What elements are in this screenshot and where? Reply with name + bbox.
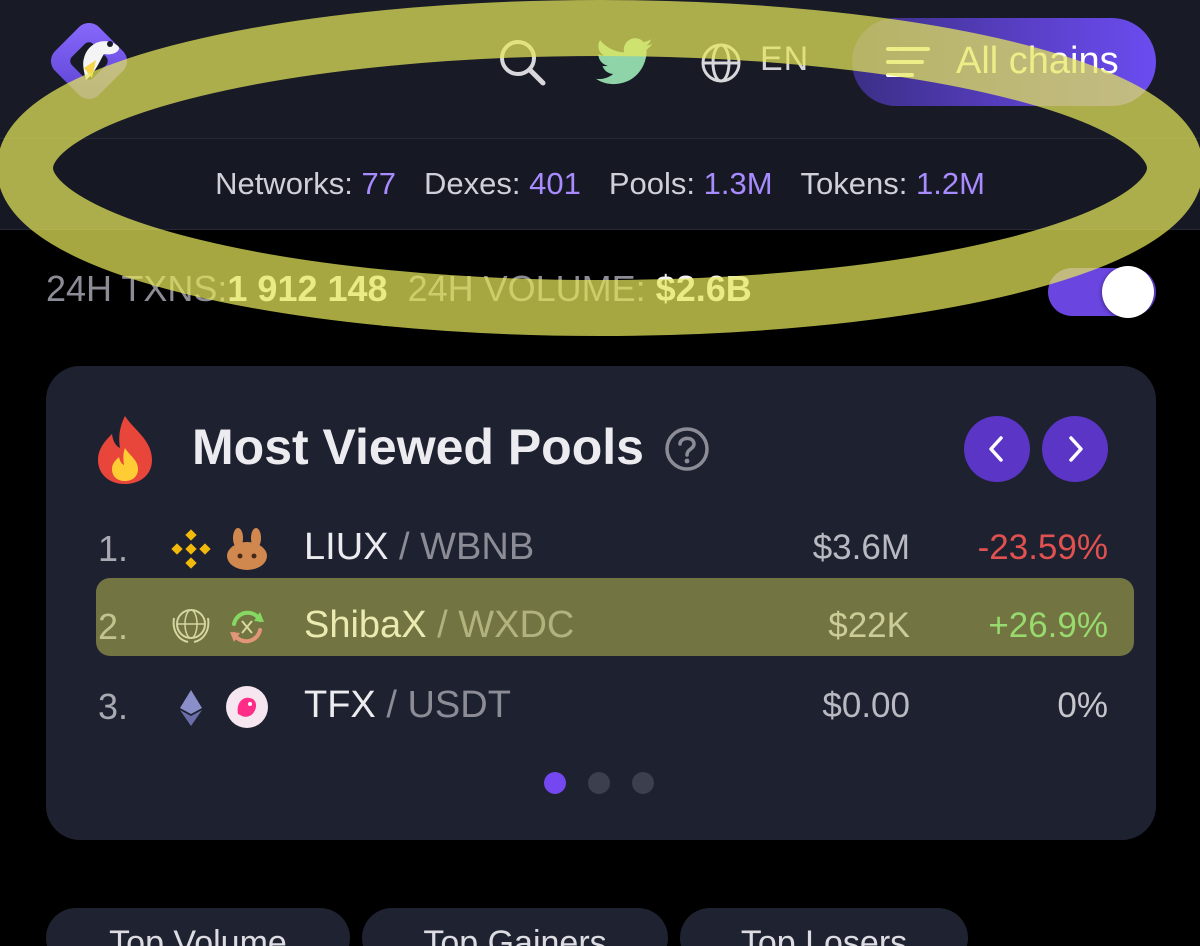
market-summary: 24H TXNS:1 912 148 24H VOLUME: $2.6B xyxy=(46,268,752,310)
page-dot-active[interactable] xyxy=(544,772,566,794)
pool-rank: 1. xyxy=(98,528,129,569)
volume-value: $2.6B xyxy=(655,268,752,309)
page-dot[interactable] xyxy=(588,772,610,794)
global-stats-bar: Networks: 77 Dexes: 401 Pools: 1.3M Toke… xyxy=(0,138,1200,230)
pool-pair: LIUX / WBNB xyxy=(304,526,535,568)
pool-volume: $3.6M xyxy=(812,528,910,567)
xinfin-icon xyxy=(172,609,210,643)
chevron-right-icon xyxy=(1069,436,1083,462)
page-dot[interactable] xyxy=(632,772,654,794)
prev-button[interactable] xyxy=(964,416,1030,482)
all-chains-label: All chains xyxy=(956,40,1119,82)
stat-pools: Pools: 1.3M xyxy=(608,166,773,201)
menu-icon xyxy=(886,47,930,77)
globe-icon[interactable] xyxy=(700,42,742,84)
tab-top-gainers[interactable]: Top Gainers xyxy=(362,908,668,946)
txns-value: 1 912 148 xyxy=(227,268,388,309)
txns-label: 24H TXNS: xyxy=(46,268,228,309)
gecko-logo-icon[interactable] xyxy=(44,16,134,106)
tab-top-volume[interactable]: Top Volume xyxy=(46,908,350,946)
stat-tokens: Tokens: 1.2M xyxy=(800,166,985,201)
search-icon[interactable] xyxy=(496,36,548,88)
pool-volume: $0.00 xyxy=(822,686,910,725)
pool-row[interactable]: 3. TFX / USDT $0.00 0% xyxy=(46,672,1156,742)
help-icon[interactable] xyxy=(664,426,710,472)
pool-rank: 3. xyxy=(98,686,129,727)
stat-dexes: Dexes: 401 xyxy=(423,166,581,201)
twitter-icon[interactable] xyxy=(596,38,654,86)
pagination-dots xyxy=(544,772,654,794)
tab-top-losers[interactable]: Top Losers xyxy=(680,908,968,946)
uniswap-icon xyxy=(226,686,268,728)
pancakeswap-icon xyxy=(227,528,267,570)
summary-toggle[interactable] xyxy=(1048,266,1156,318)
pool-row[interactable]: 2. ShibaX / WXDC $22K +26.9% xyxy=(46,592,1156,662)
ethereum-icon xyxy=(180,690,202,726)
pool-rank: 2. xyxy=(98,606,129,647)
language-selector[interactable]: EN xyxy=(760,40,809,79)
pool-change: +26.9% xyxy=(988,606,1108,645)
volume-label: 24H VOLUME: xyxy=(407,268,646,309)
swap-dex-icon xyxy=(230,610,264,644)
all-chains-button[interactable]: All chains xyxy=(852,18,1156,106)
pool-change: -23.59% xyxy=(977,528,1108,567)
next-button[interactable] xyxy=(1042,416,1108,482)
chevron-left-icon xyxy=(989,436,1003,462)
pool-pair: TFX / USDT xyxy=(304,684,511,726)
pool-pair: ShibaX / WXDC xyxy=(304,604,575,646)
card-title: Most Viewed Pools xyxy=(192,419,644,475)
fire-icon xyxy=(98,416,152,484)
stat-networks: Networks: 77 xyxy=(215,166,396,201)
bnb-chain-icon xyxy=(171,529,211,569)
most-viewed-pools-card: Most Viewed Pools 1. LIUX / WBNB $3.6M -… xyxy=(46,366,1156,840)
pool-row[interactable]: 1. LIUX / WBNB $3.6M -23.59% xyxy=(46,514,1156,584)
top-header: EN All chains xyxy=(0,0,1200,138)
pool-volume: $22K xyxy=(828,606,910,645)
pool-change: 0% xyxy=(1057,686,1108,725)
toggle-knob xyxy=(1102,266,1154,318)
